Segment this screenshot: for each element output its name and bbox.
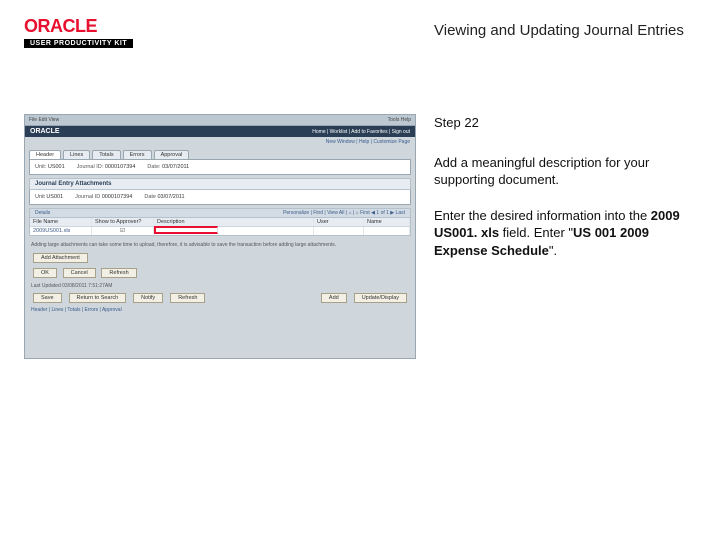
details-label: Details (35, 210, 50, 216)
tab-errors[interactable]: Errors (123, 150, 152, 159)
tab-header[interactable]: Header (29, 150, 61, 159)
att-date-value: 03/07/2011 (158, 194, 185, 200)
cancel-button[interactable]: Cancel (63, 268, 96, 278)
att-jid-value: 0000107394 (102, 194, 133, 200)
unit-value: US001 (48, 164, 65, 170)
browser-menu-left: File Edit View (29, 117, 59, 123)
header-panel: Unit: US001 Journal ID: 0000107394 Date:… (29, 159, 411, 175)
app-screenshot: File Edit View Tools Help ORACLE Home | … (24, 114, 416, 359)
add-button[interactable]: Add (321, 293, 347, 303)
page-action-buttons: Save Return to Search Notify Refresh Add… (31, 292, 409, 304)
col-name: Name (364, 218, 410, 226)
oracle-upk-logo: ORACLE USER PRODUCTIVITY KIT (24, 16, 184, 48)
tab-approval[interactable]: Approval (154, 150, 190, 159)
details-paging: Personalize | Find | View All | ⌂ | ⌂ Fi… (283, 210, 405, 216)
cell-name (364, 227, 410, 235)
oracle-wordmark: ORACLE (24, 16, 97, 37)
attachment-buttons: Add Attachment (31, 252, 409, 264)
ok-button[interactable]: OK (33, 268, 57, 278)
highlight-description-field (154, 226, 218, 234)
add-attachment-button[interactable]: Add Attachment (33, 253, 88, 263)
instruction-line2: Enter the desired information into the 2… (434, 207, 696, 260)
instr2-post: ". (549, 243, 557, 258)
att-unit-value: US001 (46, 194, 63, 200)
cell-user (314, 227, 364, 235)
instr2-pre: Enter the desired information into the (434, 208, 651, 223)
cell-showapprover[interactable]: ☑ (92, 227, 154, 235)
tab-links-footer: Header | Lines | Totals | Errors | Appro… (31, 307, 409, 313)
details-bar: Details Personalize | Find | View All | … (29, 208, 411, 218)
notify-button[interactable]: Notify (133, 293, 163, 303)
attachments-header: Journal Entry Attachments (29, 178, 411, 190)
col-user: User (314, 218, 364, 226)
col-showapprover: Show to Approver? (92, 218, 154, 226)
tab-totals[interactable]: Totals (92, 150, 120, 159)
unit-label: Unit: (35, 164, 46, 170)
col-filename: File Name (30, 218, 92, 226)
journalid-label: Journal ID: (77, 164, 104, 170)
update-display-button[interactable]: Update/Display (354, 293, 407, 303)
instr2-mid: field. Enter " (499, 225, 573, 240)
att-jid-label: Journal ID (75, 194, 100, 200)
tab-lines[interactable]: Lines (63, 150, 90, 159)
upk-label: USER PRODUCTIVITY KIT (24, 39, 133, 48)
date-value: 03/07/2011 (162, 164, 189, 170)
att-date-label: Date (144, 194, 156, 200)
return-search-button[interactable]: Return to Search (69, 293, 127, 303)
step-number: Step 22 (434, 114, 696, 132)
instruction-panel: Step 22 Add a meaningful description for… (434, 114, 696, 359)
browser-menubar: File Edit View Tools Help (25, 115, 415, 126)
app-brand-links: Home | Worklist | Add to Favorites | Sig… (312, 129, 410, 135)
grid-row: 2009US001.xls ☑ (30, 227, 410, 235)
tab-strip: Header Lines Totals Errors Approval (25, 147, 415, 159)
instruction-line1: Add a meaningful description for your su… (434, 154, 696, 189)
app-brand: ORACLE (30, 128, 60, 135)
grid-header-row: File Name Show to Approver? Description … (30, 218, 410, 227)
save-button[interactable]: Save (33, 293, 62, 303)
app-subnav: New Window | Help | Customize Page (25, 137, 415, 147)
dialog-buttons: OK Cancel Refresh (31, 267, 409, 279)
att-unit-label: Unit (35, 194, 45, 200)
attachments-panel: Unit US001 Journal ID 0000107394 Date 03… (29, 190, 411, 205)
browser-menu-right: Tools Help (388, 117, 411, 123)
last-updated: Last Updated 03/08/2011 7:51:27AM (31, 283, 409, 289)
attachments-grid: File Name Show to Approver? Description … (29, 218, 411, 236)
refresh-button[interactable]: Refresh (101, 268, 136, 278)
refresh-page-button[interactable]: Refresh (170, 293, 205, 303)
page-title: Viewing and Updating Journal Entries (184, 16, 696, 39)
date-label: Date: (147, 164, 160, 170)
cell-description[interactable] (154, 227, 314, 235)
app-brandbar: ORACLE Home | Worklist | Add to Favorite… (25, 126, 415, 137)
cell-filename: 2009US001.xls (30, 227, 92, 235)
col-description: Description (154, 218, 314, 226)
journalid-value: 0000107394 (105, 164, 136, 170)
attachment-note: Adding large attachments can take some t… (31, 242, 409, 249)
